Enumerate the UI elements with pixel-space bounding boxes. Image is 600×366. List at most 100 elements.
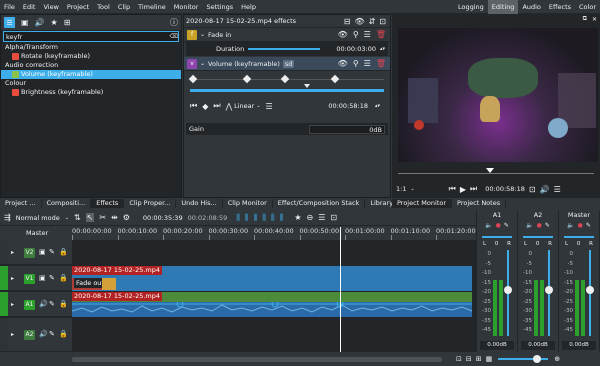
dock-tab[interactable]: Project ... (0, 199, 42, 208)
timeline-position[interactable]: 00:00:35:39 (143, 214, 183, 222)
interpolation-select[interactable]: ⋀ Linear ⌄ (226, 102, 261, 111)
track-target-indicator[interactable] (0, 240, 8, 264)
mute-icon[interactable]: 🔈 (485, 222, 492, 229)
monitor-tab[interactable]: Project Notes (452, 199, 507, 208)
duration-slider[interactable] (248, 48, 321, 50)
record-icon[interactable]: ● (496, 222, 501, 229)
favorites-icon[interactable]: ★ (51, 18, 58, 27)
keyframe-marker[interactable] (188, 74, 198, 84)
razor-tool-icon[interactable]: ✂ (99, 213, 106, 222)
lock-icon[interactable]: 🔒 (59, 300, 68, 308)
solo-icon[interactable]: ✎ (545, 222, 550, 229)
keyframe-marker[interactable] (280, 74, 290, 84)
keyframe-marker[interactable] (330, 74, 340, 84)
settings-icon[interactable]: ⚙ (123, 213, 130, 222)
track-header-a2[interactable]: ▸ A2 🔊 ✎ 🔒 (0, 318, 72, 352)
dock-tab[interactable]: Effects (91, 199, 125, 208)
collapse-icon[interactable]: ⇵ (369, 17, 376, 26)
dock-tab[interactable]: Compositi... (42, 199, 92, 208)
zoom-value[interactable]: 1:1 (396, 185, 406, 193)
gain-field[interactable]: 0dB (309, 124, 385, 134)
pencil-icon[interactable]: ✎ (49, 330, 55, 338)
menu-icon[interactable]: ☰ (4, 17, 15, 28)
waveform-icon[interactable]: ⫼ (262, 213, 266, 223)
track-header-a1[interactable]: ▸ A1 🔊 ✎ 🔒 (0, 292, 72, 317)
video-effects-icon[interactable]: ▣ (21, 18, 29, 27)
dock-tab[interactable]: Clip Proper... (124, 199, 177, 208)
spinbox-arrows-icon[interactable]: ▴▾ (380, 46, 385, 52)
pencil-icon[interactable]: ✎ (49, 274, 55, 282)
fader-handle[interactable] (504, 286, 512, 294)
menu-tool[interactable]: Tool (93, 0, 114, 14)
monitor-tab[interactable]: Project Monitor (392, 199, 453, 208)
lock-icon[interactable]: 🔒 (59, 274, 68, 282)
zoom-slider[interactable] (498, 355, 549, 363)
next-keyframe-icon[interactable]: ⏭ (213, 101, 220, 111)
menu-settings[interactable]: Settings (202, 0, 237, 14)
insert-icon[interactable]: ⇅ (74, 213, 81, 222)
track-target-indicator[interactable] (0, 266, 8, 290)
timeline-mode-icon[interactable]: ⇶ (4, 213, 11, 222)
keyframe-position-bar[interactable] (190, 89, 384, 92)
previous-frame-icon[interactable]: ⏮ (449, 184, 456, 194)
menu-file[interactable]: File (0, 0, 19, 14)
collapse-track-icon[interactable]: ▸ (11, 301, 14, 308)
film-icon[interactable]: ▣ (39, 248, 46, 256)
pencil-icon[interactable]: ✎ (49, 300, 55, 308)
pan-slider[interactable] (482, 236, 512, 238)
menu-monitor[interactable]: Monitor (170, 0, 203, 14)
film-icon[interactable]: ▣ (39, 274, 46, 282)
workspace-audio[interactable]: Audio (518, 0, 544, 14)
selection-tool-icon[interactable]: ↖ (85, 213, 95, 222)
workspace-effects[interactable]: Effects (545, 0, 575, 14)
timeline-scrollbar[interactable] (72, 356, 442, 362)
effect-category[interactable]: Colour (1, 79, 181, 88)
keyframe-time[interactable]: 00:00:58:18 (328, 102, 368, 110)
track-header-v1[interactable]: ▸ V1 ▣ ✎ 🔒 (0, 266, 72, 291)
lane-a2[interactable] (72, 318, 476, 352)
menu-view[interactable]: View (39, 0, 62, 14)
track-name[interactable]: A1 (24, 299, 35, 310)
record-icon[interactable]: ● (537, 222, 542, 229)
snap-icon[interactable]: ⫼ (271, 213, 275, 223)
zoom-out-icon[interactable]: ⊟ (466, 355, 472, 363)
zoom-in-icon[interactable]: ⊕ (554, 355, 560, 363)
dropdown-arrow-icon[interactable]: ⌄ (410, 186, 414, 192)
track-target-indicator[interactable] (0, 318, 8, 351)
menu-icon[interactable]: ☰ (364, 30, 371, 39)
lock-icon[interactable]: 🔒 (59, 330, 68, 338)
menu-clip[interactable]: Clip (114, 0, 134, 14)
track-name[interactable]: A2 (24, 330, 35, 340)
mixer-db-value[interactable]: 0.00dB (562, 341, 596, 350)
float-icon[interactable]: ⧉ (583, 15, 587, 23)
chevron-down-icon[interactable]: ⌄ (200, 60, 205, 67)
eye-icon[interactable]: 👁 (354, 17, 364, 26)
fit-icon[interactable]: ⊡ (456, 355, 462, 363)
snapshot-icon[interactable]: ⊡ (529, 185, 536, 194)
fit-zoom-icon[interactable]: ⊡ (330, 213, 337, 222)
mute-icon[interactable]: 🔈 (567, 222, 574, 229)
mixer-db-value[interactable]: 0.00dB (521, 341, 555, 350)
play-icon[interactable]: ▶ (460, 185, 466, 194)
eye-icon[interactable]: 👁 (338, 59, 348, 68)
spacer-tool-icon[interactable]: ⇹ (111, 213, 118, 222)
collapse-track-icon[interactable]: ▸ (11, 249, 14, 256)
layout-icon[interactable]: ▦ (486, 355, 493, 363)
audio-thumbs-icon[interactable]: ⫼ (245, 213, 249, 223)
collapse-track-icon[interactable]: ▸ (11, 275, 14, 282)
favorite-icon[interactable]: ★ (294, 213, 301, 222)
zoom-in-icon[interactable]: ⊞ (476, 355, 482, 363)
audio-clip[interactable]: 2020-08-17 15-02-25.mp4 (72, 292, 472, 317)
effect-item[interactable]: Brightness (keyframable) (1, 88, 181, 97)
duration-value[interactable]: 00:00:03:00 (336, 45, 376, 53)
audio-icon[interactable]: 🔊 (39, 330, 48, 338)
menu-project[interactable]: Project (63, 0, 93, 14)
timeline-playhead[interactable] (340, 227, 341, 352)
menu-icon[interactable]: ☰ (266, 102, 273, 111)
delete-icon[interactable]: 🗑 (376, 59, 386, 68)
menu-icon[interactable]: ☰ (318, 213, 325, 222)
dock-tab[interactable]: Clip Monitor (223, 199, 273, 208)
lane-v2[interactable] (72, 240, 476, 265)
menu-timeline[interactable]: Timeline (134, 0, 170, 14)
effect-item[interactable]: Volume (keyframable) (1, 70, 181, 79)
